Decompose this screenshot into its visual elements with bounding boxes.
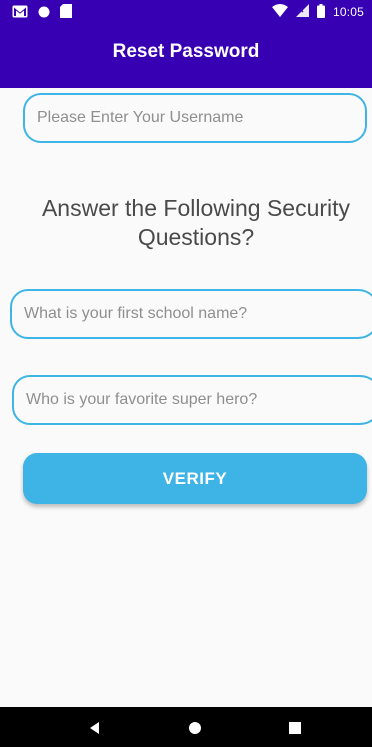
security-questions-heading: Answer the Following Security Questions? [41, 195, 351, 250]
home-icon[interactable] [186, 719, 204, 737]
verify-button[interactable]: VERIFY [23, 453, 367, 504]
recent-apps-icon[interactable] [286, 719, 304, 737]
page-title: Reset Password [112, 41, 260, 62]
favorite-hero-input[interactable] [12, 375, 372, 425]
status-left-icons [12, 3, 72, 21]
circle-notification-icon [38, 3, 50, 22]
app-bar: Reset Password [0, 24, 372, 88]
wifi-icon [271, 4, 288, 20]
username-input[interactable] [23, 93, 367, 143]
status-time: 10:05 [332, 5, 364, 19]
status-right-icons: 10:05 [271, 3, 364, 21]
back-icon[interactable] [86, 719, 104, 737]
signal-icon [295, 4, 309, 20]
gmail-icon [12, 3, 28, 22]
navigation-bar [0, 707, 372, 747]
sd-card-icon [60, 3, 72, 22]
status-bar: 10:05 [0, 0, 372, 24]
battery-icon [316, 3, 325, 21]
first-school-input[interactable] [10, 289, 372, 339]
